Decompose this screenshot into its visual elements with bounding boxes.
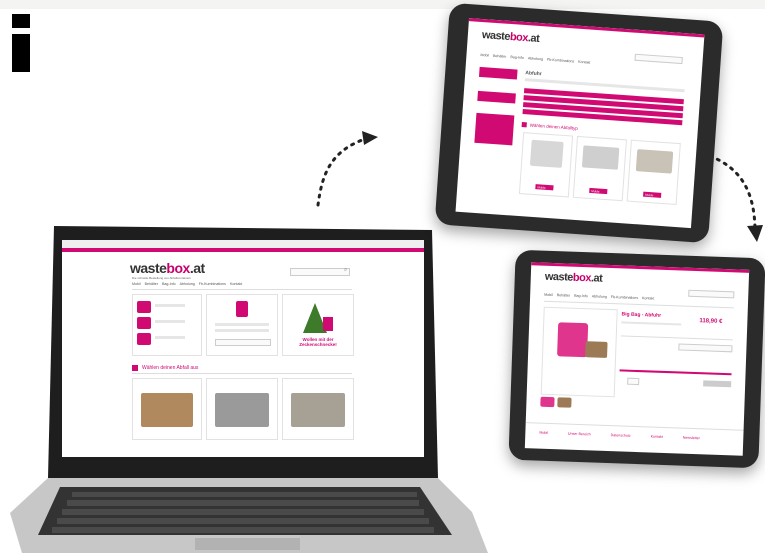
sidebar-block[interactable] [474,112,515,146]
nav-item[interactable]: Bag-Info [574,294,588,298]
search-icon[interactable]: ⌕ [344,267,347,274]
search-input[interactable] [634,53,683,65]
nav-item[interactable]: Fb-Kumbinations [611,295,638,300]
option-select[interactable] [678,343,733,353]
nav-item[interactable]: Abholung [592,294,607,299]
laptop-screen: wastebox.at Die schnelle Bestellung von … [62,240,424,457]
pink-rule [619,369,732,376]
wood-waste-image [141,393,193,427]
logo[interactable]: wastebox.at [545,271,603,285]
sidebar-block[interactable] [478,66,518,80]
footer-link[interactable]: Newsletter [683,436,700,441]
nav-item[interactable]: Fb-Kumbinations [547,58,574,64]
container-icon [137,301,151,313]
nav-item[interactable]: Behälter [557,293,571,297]
thumbnail[interactable] [557,397,572,408]
section-icon [521,122,527,128]
price: 118,90 € [699,318,723,325]
product-card[interactable]: Mulde [518,132,574,198]
product-card[interactable]: Mulde [572,135,627,202]
nav-item[interactable]: Kontakt [578,60,590,65]
sidebar-block[interactable] [477,90,516,104]
footer-nav: Mobil Unser Bereich Datenschutz Kontakt … [539,431,700,441]
product-title: Big Bag - Abfuhr [621,311,662,319]
mixed-waste-image [291,393,345,427]
tablet-bottom-screen: wastebox.at Mobil Behälter Bag-Info Abho… [524,262,750,456]
nav-item[interactable]: Mobil [132,282,141,286]
product-button[interactable]: Mulde [535,184,554,191]
tablet-top-screen: wastebox.at Mobil Behälter Bag-Info Abho… [455,18,705,229]
add-to-cart-button[interactable] [703,380,732,388]
promo-tile[interactable]: Wollen mit der Zeckenschnecke! [282,294,354,356]
construction-waste-image [215,393,269,427]
logo[interactable]: wastebox.at [481,29,539,45]
divider [132,289,352,290]
nav-item[interactable]: Behälter [145,282,158,286]
email-field[interactable] [215,339,271,346]
container-image [529,139,564,168]
quantity-stepper[interactable] [627,377,640,386]
waste-card[interactable] [132,378,202,440]
calendar-icon [137,317,151,329]
thumbnail[interactable] [540,396,555,408]
nav-item[interactable]: Kontakt [642,296,654,300]
big-bag-image [557,322,589,358]
section-icon [132,365,138,371]
waste-card[interactable] [206,378,278,440]
nav-item[interactable]: Mobil [480,53,489,58]
section-title: Wählen deinen Abfall aus [142,365,199,371]
nav-item[interactable]: Abholung [180,282,195,286]
footer-link[interactable]: Kontakt [651,435,663,439]
top-pink-bar [62,248,424,252]
nav-item[interactable]: Behälter [493,54,507,59]
search-input[interactable] [290,268,350,276]
tablet-bottom: wastebox.at Mobil Behälter Bag-Info Abho… [508,249,765,469]
nav-item[interactable]: Abholung [528,56,543,61]
divider [132,373,352,374]
waste-card[interactable] [282,378,354,440]
product-image-frame [540,306,618,398]
footer-link[interactable]: Mobil [539,431,548,435]
divider [525,422,744,431]
nav-item[interactable]: Fb-Kumbinations [199,282,226,286]
footer-link[interactable]: Datenschutz [611,433,631,438]
nav-item[interactable]: Mobil [544,293,553,297]
footer-link[interactable]: Unser Bereich [568,432,591,437]
nav-item[interactable]: Bag-Info [162,282,176,286]
product-button[interactable]: Mulde [643,191,662,198]
truck-icon [137,333,151,345]
product-button[interactable]: Mulde [589,187,608,195]
tablet-top: wastebox.at Mobil Behälter Bag-Info Abho… [434,2,724,244]
main-nav: Mobil Behälter Bag-Info Abholung Fb-Kumb… [544,293,654,301]
bag-image [323,317,333,331]
browser-tabbar [62,240,424,248]
main-nav: Mobil Behälter Bag-Info Abholung Fb-Kumb… [480,53,590,65]
promo-caption: Wollen mit der Zeckenschnecke! [299,337,337,347]
divider [620,335,733,341]
page-heading: Abfuhr [525,70,542,78]
nav-item[interactable]: Bag-Info [510,55,524,60]
main-nav: Mobil Behälter Bag-Info Abholung Fb-Kumb… [132,282,242,286]
section-title: Wählen deinen Abfalltyp [529,122,579,131]
container-image [635,149,674,174]
logo[interactable]: wastebox.at [130,260,205,276]
tagline: Die schnelle Bestellung von Abfallcontai… [132,276,192,280]
search-input[interactable] [688,289,735,299]
flag-icon [236,301,248,317]
nav-item[interactable]: Kontakt [230,282,242,286]
info-tile[interactable] [132,294,202,356]
newsletter-tile[interactable] [206,294,278,356]
product-card[interactable]: Mulde [626,139,681,206]
waste-pile-image [585,341,608,358]
container-image [581,145,620,170]
